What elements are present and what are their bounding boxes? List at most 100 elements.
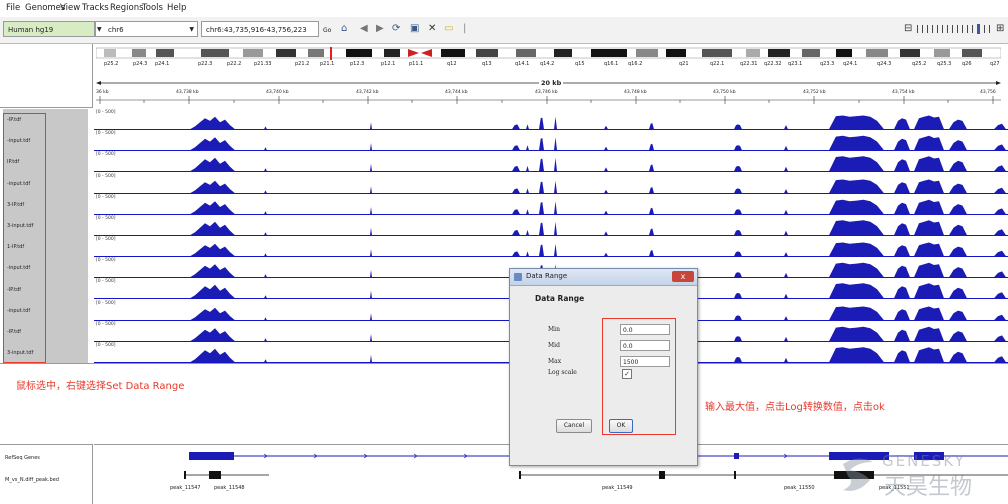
menu-regions[interactable]: Regions xyxy=(110,3,144,13)
coverage-peak xyxy=(784,125,788,130)
coverage-plot xyxy=(190,179,1006,193)
coverage-peak xyxy=(914,115,944,130)
cancel-button[interactable]: Cancel xyxy=(556,419,592,433)
coverage-track[interactable]: [0 - 500] xyxy=(94,173,1008,194)
refseq-track-name[interactable]: RefSeq Genes xyxy=(5,455,40,461)
separator-icon: | xyxy=(463,23,467,34)
band-label: q23.3 xyxy=(820,61,835,67)
coverage-peak xyxy=(949,267,967,278)
coverage-peak xyxy=(604,167,608,172)
menu-view[interactable]: View xyxy=(60,3,80,13)
header-name-panel xyxy=(0,44,93,108)
locus-input[interactable]: chr6:43,735,916-43,756,223 xyxy=(201,21,319,37)
coverage-peak xyxy=(829,199,884,214)
menu-file[interactable]: File xyxy=(6,3,20,13)
home-icon[interactable]: ⌂ xyxy=(341,23,347,35)
coverage-peak xyxy=(894,286,910,299)
coverage-track[interactable]: [0 - 500] xyxy=(94,151,1008,173)
ruler-tick-label: 43,744 kb xyxy=(445,90,468,95)
log-scale-label: Log scale xyxy=(548,369,577,376)
coverage-peak xyxy=(914,283,944,299)
band-label: p25.2 xyxy=(104,61,119,67)
coverage-peak xyxy=(264,232,267,236)
band-label: p12.1 xyxy=(381,61,396,67)
coverage-peak xyxy=(784,315,788,320)
ruler-tick-label: 43,752 kb xyxy=(803,90,826,95)
peak-label: peak_11549 xyxy=(602,485,633,491)
band-label: q26 xyxy=(962,61,972,67)
peak-track-name[interactable]: M_vs_N.diff_peak.bed xyxy=(5,477,59,483)
coverage-peak xyxy=(829,262,884,278)
coverage-peak xyxy=(190,221,235,236)
chromosome-ideogram[interactable] xyxy=(96,47,1001,61)
band-label: q16.2 xyxy=(628,61,643,67)
coverage-peak xyxy=(512,145,520,151)
forward-icon[interactable]: ▶ xyxy=(376,23,384,35)
coverage-peak xyxy=(734,293,742,299)
coverage-peak xyxy=(512,208,520,214)
band-label: q13 xyxy=(482,61,492,67)
coverage-track[interactable]: [0 - 500] xyxy=(94,194,1008,215)
coverage-peak xyxy=(894,329,910,341)
ruler-tick-label: 43,742 kb xyxy=(356,90,379,95)
coverage-peak xyxy=(264,274,267,278)
coverage-peak xyxy=(829,115,884,130)
coverage-peak xyxy=(512,187,520,193)
zoom-in-icon[interactable]: ⊞ xyxy=(996,23,1004,35)
menu-help[interactable]: Help xyxy=(167,3,186,13)
region-icon[interactable]: ▣ xyxy=(410,23,419,35)
band-label: p24.1 xyxy=(155,61,170,67)
coverage-peak xyxy=(604,189,608,193)
coverage-peak xyxy=(784,188,788,193)
coverage-track[interactable]: [0 - 500] xyxy=(94,236,1008,258)
genome-select[interactable]: Human hg19 xyxy=(3,21,95,37)
coverage-peak xyxy=(994,250,1006,257)
coverage-peak xyxy=(264,359,267,363)
coverage-peak xyxy=(370,227,372,236)
coverage-peak xyxy=(734,251,742,257)
coverage-peak xyxy=(539,201,544,214)
coverage-peak xyxy=(829,326,884,341)
coverage-peak xyxy=(914,220,944,236)
back-icon[interactable]: ◀ xyxy=(360,23,368,35)
coverage-peak xyxy=(554,158,557,172)
coverage-peak xyxy=(949,140,967,151)
band-label: p21.33 xyxy=(254,61,272,67)
coverage-peak xyxy=(526,187,529,193)
coverage-track[interactable]: [0 - 500] xyxy=(94,109,1008,131)
menu-tools[interactable]: Tools xyxy=(142,3,163,13)
coverage-peak xyxy=(914,199,944,214)
coverage-peak xyxy=(914,156,944,172)
zoom-out-icon[interactable]: ⊟ xyxy=(904,23,912,35)
coverage-peak xyxy=(994,144,1006,151)
coverage-peak xyxy=(554,116,557,130)
band-label: q22.31 xyxy=(740,61,758,67)
coverage-peak xyxy=(526,124,529,130)
refresh-icon[interactable]: ⟳ xyxy=(392,23,400,35)
coverage-peak xyxy=(894,202,910,214)
coverage-peak xyxy=(949,246,967,257)
dialog-titlebar[interactable]: Data Range x xyxy=(510,269,697,286)
watermark-text-cn: 天昊生物 xyxy=(884,475,973,500)
coverage-peak xyxy=(994,335,1006,341)
ruler-tick-label: 43,740 kb xyxy=(266,90,289,95)
coverage-peak xyxy=(734,124,742,130)
app-icon xyxy=(514,273,522,281)
ruler-tick-label: 43,754 kb xyxy=(892,90,915,95)
popup-info-icon[interactable]: ▭ xyxy=(444,23,453,35)
coverage-peak xyxy=(190,137,235,151)
coverage-peak xyxy=(734,356,742,363)
zoom-slider[interactable] xyxy=(915,24,995,34)
coverage-peak xyxy=(649,164,654,172)
go-button[interactable]: Go xyxy=(323,25,331,37)
close-icon[interactable]: x xyxy=(672,271,694,282)
coverage-peak xyxy=(649,143,654,151)
chromosome-select[interactable]: ▼ chr6 ▼ xyxy=(95,21,198,37)
coverage-track[interactable]: [0 - 500] xyxy=(94,130,1008,152)
coverage-track[interactable]: [0 - 500] xyxy=(94,215,1008,236)
coverage-peak xyxy=(526,208,529,214)
ruler-tick-label: 43,750 kb xyxy=(713,90,736,95)
coverage-peak xyxy=(784,209,788,214)
menu-tracks[interactable]: Tracks xyxy=(82,3,109,13)
resize-icon[interactable]: ✕ xyxy=(428,23,436,35)
